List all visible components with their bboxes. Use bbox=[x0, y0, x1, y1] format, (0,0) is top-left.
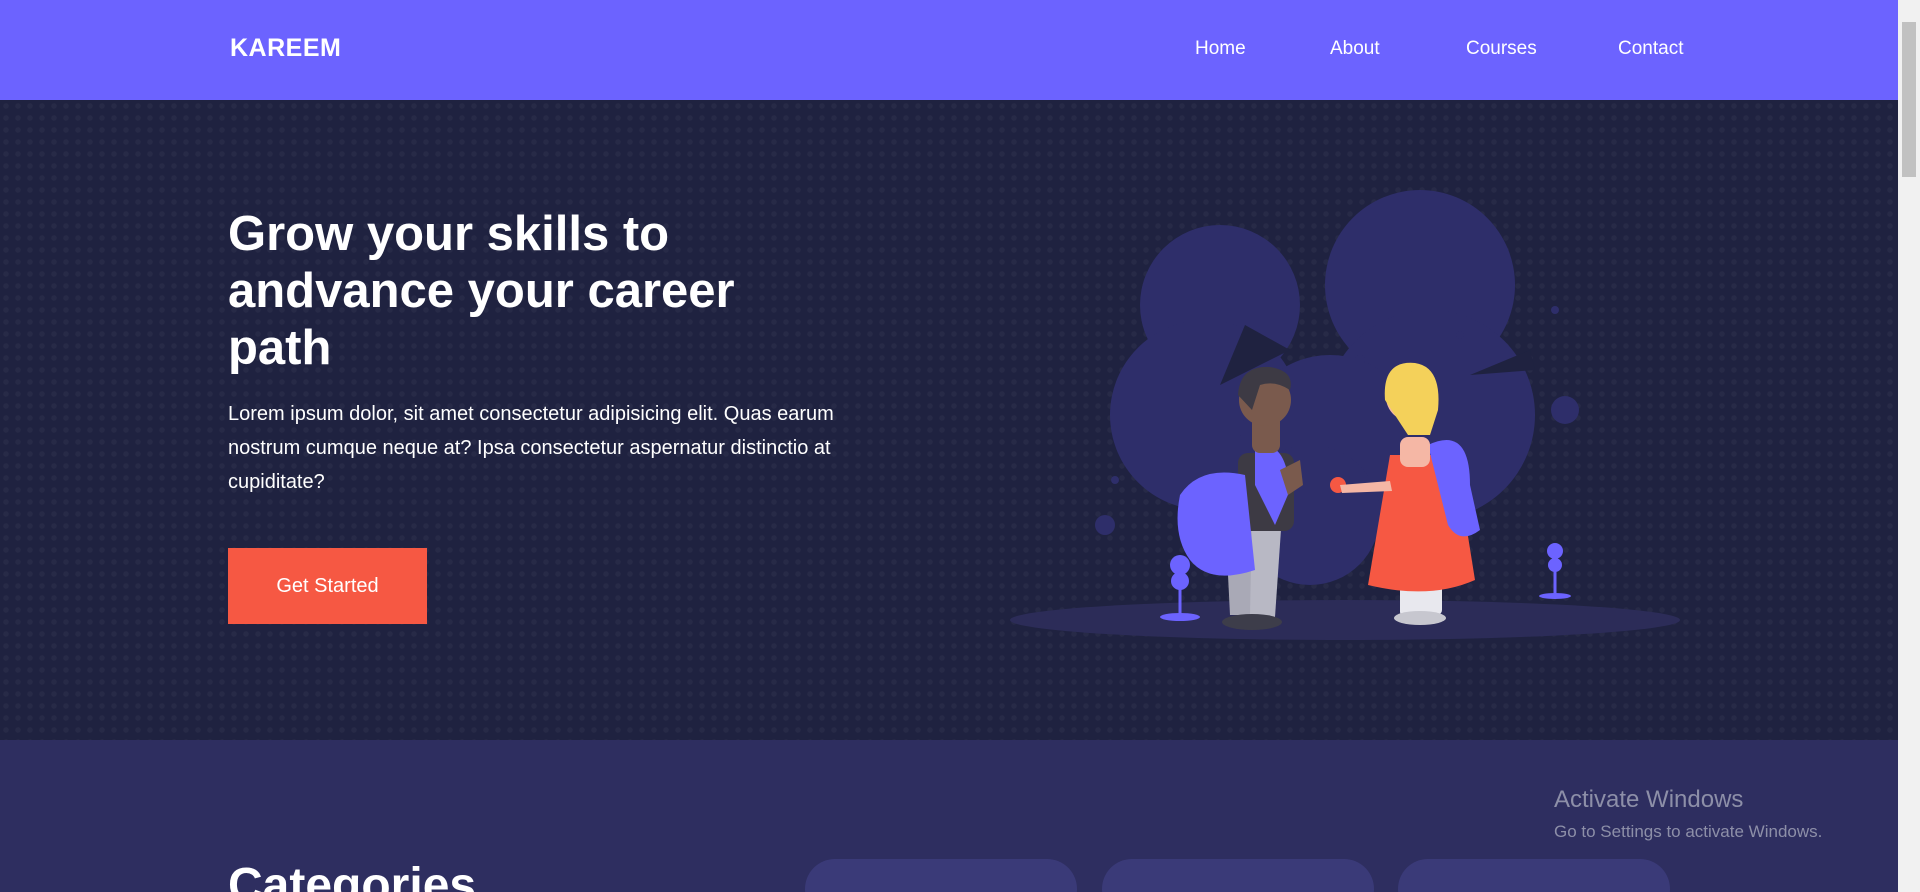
category-card[interactable] bbox=[805, 859, 1077, 892]
hero-title: Grow your skills to andvance your career… bbox=[228, 207, 735, 375]
watermark-title: Activate Windows bbox=[1554, 786, 1744, 813]
category-card[interactable] bbox=[1398, 859, 1670, 892]
scrollbar-thumb[interactable] bbox=[1902, 22, 1916, 177]
nav-link-courses[interactable]: Courses bbox=[1466, 38, 1537, 60]
category-card[interactable] bbox=[1102, 859, 1374, 892]
nav-link-home[interactable]: Home bbox=[1195, 38, 1246, 60]
categories-title: Categories bbox=[228, 859, 477, 892]
watermark-subtitle: Go to Settings to activate Windows. bbox=[1554, 822, 1823, 841]
get-started-button[interactable]: Get Started bbox=[228, 548, 427, 624]
hero-section: Grow your skills to andvance your career… bbox=[0, 100, 1898, 740]
activate-windows-watermark: Activate Windows Go to Settings to activ… bbox=[1554, 786, 1822, 842]
navbar: KAREEM Home About Courses Contact bbox=[0, 0, 1898, 100]
nav-link-contact[interactable]: Contact bbox=[1618, 38, 1683, 60]
illustration-students bbox=[1010, 190, 1680, 640]
nav-link-about[interactable]: About bbox=[1330, 38, 1380, 60]
hero-description: Lorem ipsum dolor, sit amet consectetur … bbox=[228, 403, 834, 493]
scrollbar[interactable] bbox=[1898, 0, 1920, 892]
logo[interactable]: KAREEM bbox=[230, 34, 341, 63]
